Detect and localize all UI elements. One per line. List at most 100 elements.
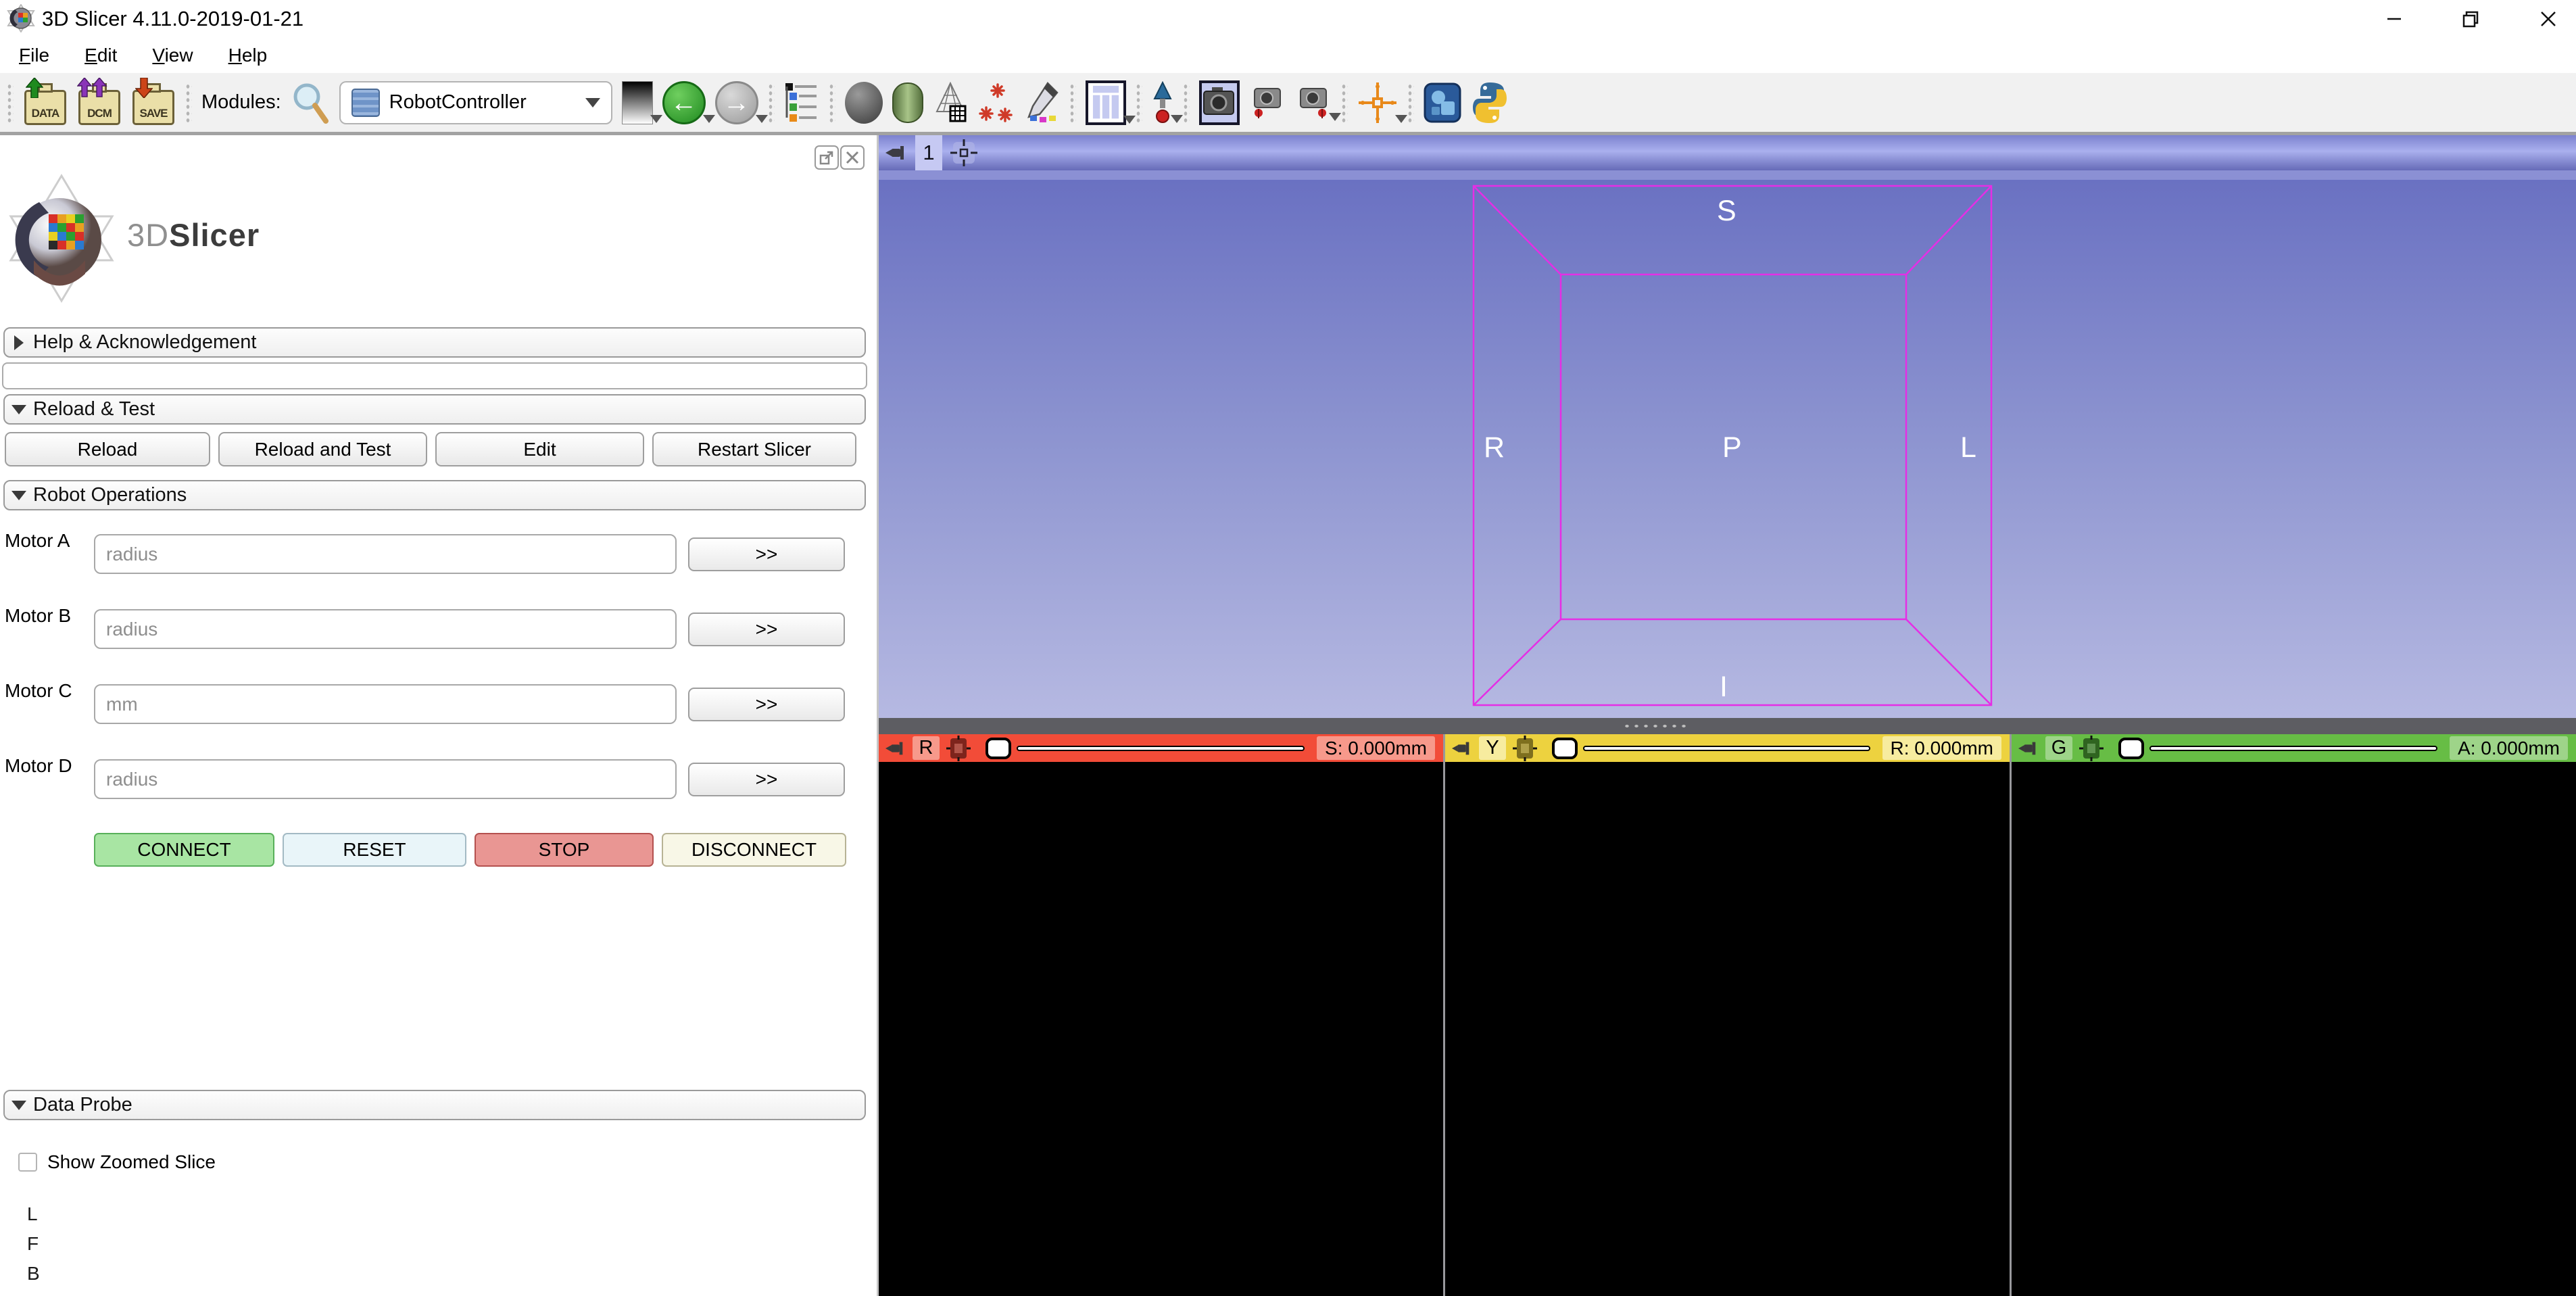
load-dicom-button[interactable]: DCM — [77, 79, 122, 126]
menu-help[interactable]: Help — [212, 41, 284, 70]
menu-bar: File Edit View Help — [0, 37, 2576, 73]
slice-name-badge[interactable]: R — [913, 736, 940, 760]
slice-offset-slider-handle[interactable] — [1552, 738, 1578, 759]
threed-view-tab[interactable]: 1 — [915, 135, 942, 170]
reset-button[interactable]: RESET — [283, 833, 466, 867]
disconnect-button[interactable]: DISCONNECT — [662, 833, 846, 867]
toolbar-drag-handle[interactable] — [1183, 83, 1190, 122]
menu-file[interactable]: File — [3, 41, 66, 70]
sphere-icon — [845, 82, 883, 124]
reload-and-test-button[interactable]: Reload and Test — [218, 432, 427, 466]
section-data-probe[interactable]: Data Probe — [3, 1090, 866, 1120]
layout-selector-button[interactable] — [1086, 80, 1126, 125]
slice-offset-slider-track[interactable] — [2149, 746, 2437, 751]
slice-offset-slider-handle[interactable] — [2118, 738, 2144, 759]
camera-icon — [1202, 86, 1236, 120]
toolbar-drag-handle[interactable] — [1407, 83, 1414, 122]
motor-c-input[interactable] — [94, 684, 677, 724]
module-list-icon — [784, 82, 819, 124]
section-title: Robot Operations — [33, 484, 187, 506]
probe-row-f: F — [27, 1233, 39, 1255]
python-console-button[interactable] — [1471, 81, 1509, 124]
motor-a-send-button[interactable]: >> — [688, 537, 845, 571]
toolbar-drag-handle[interactable] — [829, 83, 835, 122]
motor-c-send-button[interactable]: >> — [688, 688, 845, 721]
pin-icon[interactable] — [884, 142, 908, 164]
layout-icon — [1086, 80, 1126, 125]
minimize-button[interactable] — [2362, 0, 2427, 37]
pin-icon[interactable] — [1451, 738, 1474, 759]
motor-a-input[interactable] — [94, 534, 677, 574]
pin-icon[interactable] — [2017, 738, 2040, 759]
motor-b-input[interactable] — [94, 609, 677, 649]
slice-options-icon[interactable] — [2078, 736, 2105, 761]
module-list-button[interactable] — [784, 82, 819, 124]
screenshot-button[interactable] — [1199, 80, 1240, 125]
toolbar-drag-handle[interactable] — [768, 83, 775, 122]
restore-icon — [2460, 8, 2481, 30]
section-robot-operations[interactable]: Robot Operations — [3, 480, 866, 510]
slice-offset-slider-handle[interactable] — [986, 738, 1011, 759]
annotations-button[interactable] — [1025, 82, 1060, 124]
horizontal-splitter[interactable] — [879, 718, 2576, 734]
yellow-slice-viewport[interactable] — [1445, 762, 2010, 1296]
close-panel-button[interactable] — [840, 145, 865, 170]
toolbar-drag-handle[interactable] — [185, 83, 192, 122]
green-slice-viewport[interactable] — [2012, 762, 2576, 1296]
extensions-manager-button[interactable] — [1424, 81, 1461, 124]
pin-icon[interactable] — [884, 738, 907, 759]
forward-arrow-icon: → — [715, 81, 758, 124]
slice-offset-slider-track[interactable] — [1017, 746, 1305, 751]
restore-button[interactable] — [2438, 0, 2503, 37]
toolbar-drag-handle[interactable] — [7, 83, 14, 122]
restart-slicer-button[interactable]: Restart Slicer — [652, 432, 856, 466]
motor-b-send-button[interactable]: >> — [688, 613, 845, 646]
back-arrow-icon: ← — [662, 81, 706, 124]
stop-button[interactable]: STOP — [475, 833, 654, 867]
slice-offset-slider-track[interactable] — [1583, 746, 1870, 751]
reload-button[interactable]: Reload — [5, 432, 210, 466]
threed-viewport[interactable]: S R P L I — [879, 180, 2576, 718]
motor-b-label: Motor B — [5, 605, 71, 627]
scene-view-button[interactable] — [1249, 83, 1286, 122]
slice-options-icon[interactable] — [1511, 736, 1538, 761]
red-slice-column: R S: 0.000mm — [879, 734, 1443, 1296]
connect-button[interactable]: CONNECT — [94, 833, 274, 867]
volumes-button[interactable] — [892, 82, 923, 123]
module-search-button[interactable] — [291, 82, 330, 124]
menu-view[interactable]: View — [136, 41, 209, 70]
motor-d-send-button[interactable]: >> — [688, 763, 845, 796]
module-history-button[interactable] — [622, 81, 653, 124]
slice-options-icon[interactable] — [945, 736, 972, 761]
close-button[interactable] — [2516, 0, 2576, 37]
edit-button[interactable]: Edit — [435, 432, 644, 466]
history-gradient-icon — [622, 81, 653, 124]
toolbar-drag-handle[interactable] — [1341, 83, 1348, 122]
load-data-button[interactable]: DATA — [23, 79, 68, 126]
menu-edit[interactable]: Edit — [68, 41, 133, 70]
module-previous-button[interactable]: ← — [662, 81, 706, 124]
motor-d-input[interactable] — [94, 759, 677, 799]
section-reload-test[interactable]: Reload & Test — [3, 394, 866, 425]
slice-name-badge[interactable]: G — [2045, 736, 2072, 760]
threed-bar-shadow — [879, 170, 2576, 180]
fiducial-asterisks-icon — [977, 82, 1015, 124]
red-slice-viewport[interactable] — [879, 762, 1443, 1296]
scene-view-menu-button[interactable] — [1295, 83, 1332, 122]
markups-fiducial-button[interactable] — [977, 82, 1015, 124]
module-selector-combobox[interactable]: RobotController — [339, 81, 612, 124]
save-data-button[interactable]: SAVE — [131, 79, 176, 126]
slice-name-badge[interactable]: Y — [1479, 736, 1506, 760]
view-options-icon[interactable] — [949, 138, 979, 168]
models-button[interactable] — [933, 82, 968, 124]
show-zoomed-slice-checkbox[interactable] — [18, 1153, 37, 1172]
crosshair-button[interactable] — [1357, 81, 1398, 124]
toolbar-drag-handle[interactable] — [1136, 83, 1142, 122]
volume-rendering-button[interactable] — [845, 82, 883, 124]
crosshair-jump-button[interactable] — [1152, 81, 1173, 124]
toolbar-drag-handle[interactable] — [1069, 83, 1076, 122]
section-help-acknowledgement[interactable]: Help & Acknowledgement — [3, 327, 866, 358]
undock-panel-button[interactable] — [815, 145, 839, 170]
module-next-button[interactable]: → — [715, 81, 758, 124]
python-icon — [1471, 81, 1509, 124]
